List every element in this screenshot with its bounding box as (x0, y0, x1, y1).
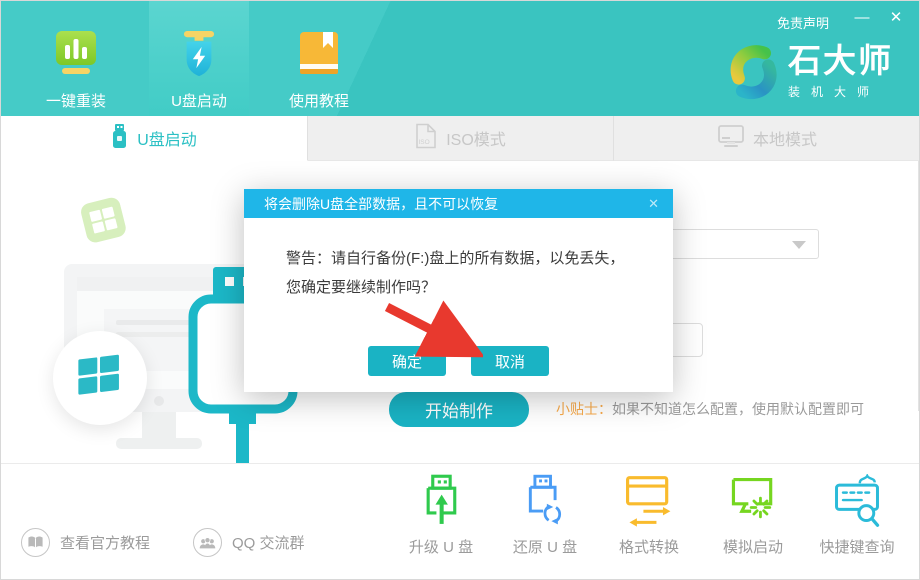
format-convert-icon (624, 470, 674, 528)
tool-format-convert[interactable]: 格式转换 (599, 470, 699, 557)
tip-body: 如果不知道怎么配置，使用默认配置即可 (612, 401, 864, 417)
brand-logo-icon (726, 43, 780, 106)
nav-item-usb-boot[interactable]: U盘启动 (149, 1, 249, 116)
chevron-down-icon (792, 241, 806, 249)
brand-subtitle: 装机大师 (788, 83, 893, 100)
windows-flag-icon (77, 354, 123, 403)
nav-item-label: 一键重装 (46, 90, 106, 111)
usb-stick-icon (111, 124, 128, 153)
start-make-button[interactable]: 开始制作 (389, 392, 529, 427)
tab-label: ISO模式 (446, 126, 506, 150)
link-label: 查看官方教程 (60, 532, 150, 553)
tool-label: 快捷键查询 (819, 536, 894, 557)
close-button[interactable]: ✕ (885, 7, 907, 29)
mode-tabs: U盘启动 ISO ISO模式 本地模式 (1, 116, 920, 161)
nav-item-tutorial[interactable]: 使用教程 (269, 1, 369, 116)
shield-bolt-icon (175, 31, 223, 82)
official-tutorial-link[interactable]: 查看官方教程 (21, 528, 150, 557)
simulate-boot-icon (729, 470, 777, 528)
tool-restore-usb[interactable]: 还原 U 盘 (495, 470, 595, 557)
brand-name: 石大师 (788, 43, 893, 79)
tool-simulate-boot[interactable]: 模拟启动 (703, 470, 803, 557)
qq-group-link[interactable]: QQ 交流群 (193, 528, 305, 557)
dialog-header: 将会删除U盘全部数据，且不可以恢复 ✕ (244, 189, 673, 218)
bar-chart-icon (52, 31, 100, 82)
hotkey-query-icon (833, 470, 881, 528)
windows-tile-icon (78, 195, 130, 251)
header: 一键重装 U盘启动 (1, 1, 920, 116)
nav-item-reinstall[interactable]: 一键重装 (26, 1, 126, 116)
tool-label: 模拟启动 (723, 536, 783, 557)
tab-label: 本地模式 (753, 126, 817, 150)
tool-hotkey-query[interactable]: 快捷键查询 (807, 470, 907, 557)
tab-label: U盘启动 (137, 126, 197, 150)
nav-item-label: U盘启动 (171, 90, 227, 111)
tab-usb-boot[interactable]: U盘启动 (1, 116, 308, 161)
cancel-button[interactable]: 取消 (471, 346, 549, 376)
dialog-close-icon[interactable]: ✕ (648, 196, 659, 212)
monitor-icon (718, 124, 744, 153)
footer-tools: 升级 U 盘 (391, 470, 907, 557)
tip-text: 小贴士：如果不知道怎么配置，使用默认配置即可 (556, 399, 864, 419)
warning-dialog: 将会删除U盘全部数据，且不可以恢复 ✕ 警告：请自行备份(F:)盘上的所有数据，… (244, 189, 673, 392)
tab-local-mode[interactable]: 本地模式 (614, 116, 920, 161)
usb-upgrade-icon (419, 470, 463, 528)
tab-iso-mode[interactable]: ISO ISO模式 (308, 116, 614, 161)
people-circle-icon (193, 528, 222, 557)
disclaimer-link[interactable]: 免责声明 (777, 13, 829, 32)
tool-label: 升级 U 盘 (409, 536, 473, 557)
svg-text:ISO: ISO (419, 139, 430, 146)
tool-label: 还原 U 盘 (513, 536, 577, 557)
tip-label: 小贴士： (556, 401, 612, 417)
dialog-title: 将会删除U盘全部数据，且不可以恢复 (264, 194, 648, 214)
windows-flag-badge (53, 331, 147, 425)
footer: 查看官方教程 QQ 交流群 (1, 463, 920, 580)
tool-upgrade-usb[interactable]: 升级 U 盘 (391, 470, 491, 557)
dialog-buttons: 确定 取消 (244, 346, 673, 376)
app-window: 一键重装 U盘启动 (0, 0, 920, 580)
link-label: QQ 交流群 (232, 532, 305, 553)
window-edge (918, 161, 919, 411)
minimize-button[interactable]: — (851, 7, 873, 29)
dialog-message: 警告：请自行备份(F:)盘上的所有数据，以免丢失，您确定要继续制作吗？ (244, 218, 673, 302)
usb-restore-icon (523, 470, 567, 528)
tool-label: 格式转换 (619, 536, 679, 557)
iso-file-icon: ISO (415, 123, 437, 154)
confirm-button[interactable]: 确定 (368, 346, 446, 376)
nav-item-label: 使用教程 (289, 90, 349, 111)
brand: 石大师 装机大师 (726, 43, 893, 106)
book-circle-icon (21, 528, 50, 557)
book-icon (295, 31, 343, 82)
